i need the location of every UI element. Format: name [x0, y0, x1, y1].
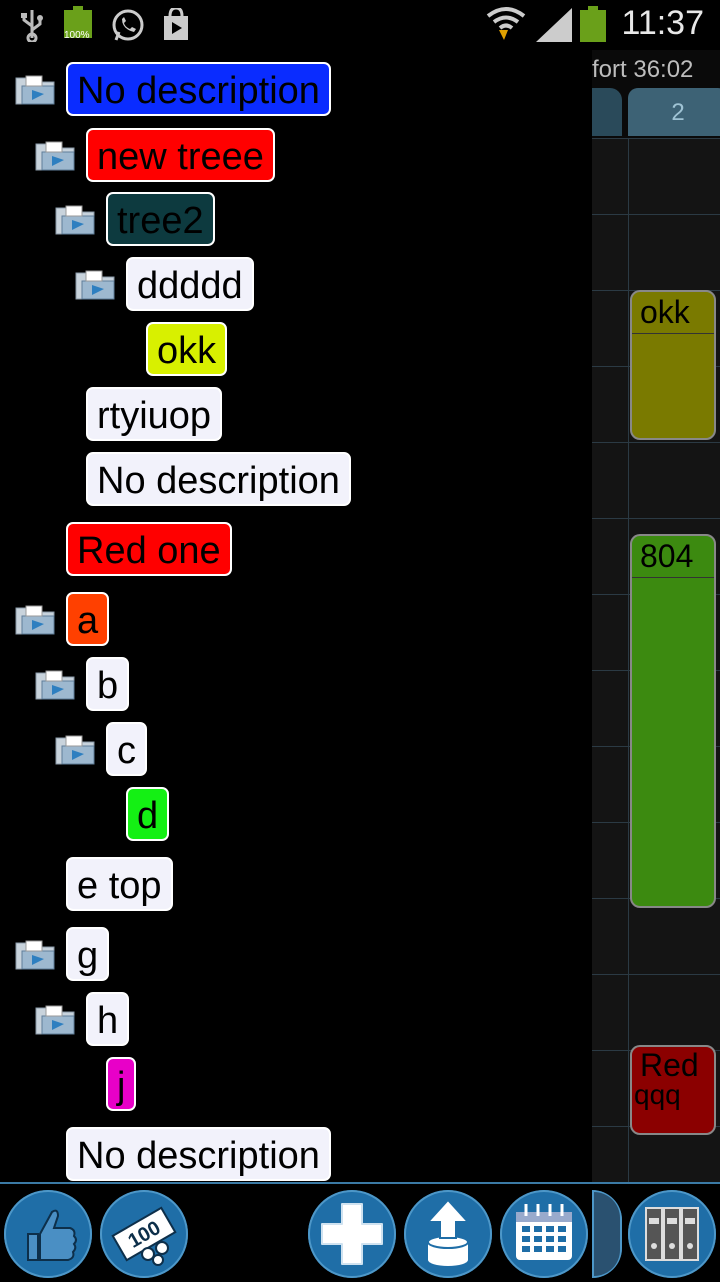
thumbs-up-button[interactable] — [4, 1190, 92, 1278]
tree-item-label[interactable]: e top — [66, 857, 173, 911]
tree-item-label[interactable]: tree2 — [106, 192, 215, 246]
battery-icon — [580, 6, 606, 42]
binders-button[interactable] — [628, 1190, 716, 1278]
tree-item-label[interactable]: d — [126, 787, 170, 841]
folder-icon[interactable] — [54, 732, 98, 766]
calendar-view[interactable]: fort 36:02 2 okk 804 Red qqq — [592, 50, 720, 1182]
folder-icon[interactable] — [14, 937, 58, 971]
tree-panel: No description new treee tree2 ddddd okk rtyi… — [0, 50, 592, 1182]
bottom-toolbar: 100 — [0, 1182, 720, 1282]
calendar-event[interactable]: Red qqq — [630, 1045, 716, 1135]
upload-database-button[interactable] — [404, 1190, 492, 1278]
tree-item-label[interactable]: No description — [66, 62, 331, 116]
folder-icon[interactable] — [74, 267, 118, 301]
money-button[interactable]: 100 — [100, 1190, 188, 1278]
folder-icon[interactable] — [54, 202, 98, 236]
tree-item-label[interactable]: g — [66, 927, 110, 981]
tree-item-label[interactable]: okk — [146, 322, 228, 376]
tree-item-label[interactable]: Red one — [66, 522, 232, 576]
wifi-icon — [486, 7, 526, 40]
grid-line — [628, 138, 629, 1182]
tree-item-label[interactable]: c — [106, 722, 147, 776]
battery-full-icon: 100% — [64, 6, 92, 41]
tree-item-label[interactable]: j — [106, 1057, 137, 1111]
grid-line — [592, 442, 720, 443]
status-bar: 100% 11:37 — [0, 0, 720, 50]
event-title: 804 — [632, 536, 714, 578]
folder-icon[interactable] — [14, 72, 58, 106]
tree-item[interactable]: new treee — [34, 128, 275, 182]
tree-item[interactable]: g — [14, 927, 110, 981]
thumbs-up-icon — [27, 1209, 77, 1261]
tree-item[interactable]: d — [126, 787, 170, 841]
money-icon: 100 — [111, 1206, 177, 1266]
grid-line — [592, 974, 720, 975]
tree-item-label[interactable]: new treee — [86, 128, 275, 182]
tree-item[interactable]: c — [54, 722, 147, 776]
add-button[interactable] — [308, 1190, 396, 1278]
tree-item-label[interactable]: No description — [66, 1127, 331, 1181]
event-subtitle: qqq — [634, 1079, 681, 1110]
tree-item-label[interactable]: a — [66, 592, 110, 646]
upload-database-icon — [425, 1198, 471, 1266]
grid-line — [592, 518, 720, 519]
usb-icon — [21, 10, 43, 42]
tree-item[interactable]: h — [34, 992, 130, 1046]
tree-item[interactable]: Red one — [66, 522, 232, 576]
calendar-event[interactable]: okk — [630, 290, 716, 440]
whatsapp-icon — [112, 9, 144, 41]
folder-icon[interactable] — [34, 1002, 78, 1036]
battery-label: 100% — [64, 30, 90, 41]
calendar-event[interactable]: 804 — [630, 534, 716, 908]
tree-item-label[interactable]: ddddd — [126, 257, 254, 311]
tree-item[interactable]: No description — [66, 1127, 331, 1181]
folder-icon[interactable] — [34, 138, 78, 172]
calendar-title: fort 36:02 — [592, 56, 694, 83]
signal-icon — [536, 8, 572, 42]
tree-item[interactable]: rtyiuop — [86, 387, 223, 441]
tree-item-label[interactable]: b — [86, 657, 130, 711]
tree-item[interactable]: j — [106, 1057, 137, 1111]
play-store-icon — [164, 8, 188, 40]
event-title: okk — [632, 292, 714, 334]
folder-icon[interactable] — [14, 602, 58, 636]
tree-item-label[interactable]: h — [86, 992, 130, 1046]
grid-line — [592, 214, 720, 215]
folder-icon[interactable] — [34, 667, 78, 701]
clock: 11:37 — [621, 4, 704, 42]
tree-item[interactable]: b — [34, 657, 130, 711]
binders-icon — [645, 1207, 699, 1261]
calendar-tab-previous[interactable] — [592, 88, 622, 136]
tree-item-label[interactable]: rtyiuop — [86, 387, 223, 441]
event-title: Red — [640, 1047, 699, 1083]
calendar-icon — [516, 1204, 572, 1260]
tree-item[interactable]: No description — [86, 452, 351, 506]
calendar-header: fort 36:02 2 — [592, 50, 720, 138]
plus-icon — [321, 1203, 383, 1265]
tree-item[interactable]: ddddd — [74, 257, 254, 311]
tree-item[interactable]: a — [14, 592, 110, 646]
calendar-button[interactable] — [500, 1190, 588, 1278]
calendar-tab[interactable]: 2 — [628, 88, 720, 136]
tree-item[interactable]: No description — [14, 62, 331, 116]
tree-item[interactable]: tree2 — [54, 192, 215, 246]
grid-line — [592, 138, 720, 139]
tree-item[interactable]: okk — [146, 322, 228, 376]
tree-item[interactable]: e top — [66, 857, 173, 911]
hidden-button[interactable] — [592, 1190, 622, 1278]
tree-item-label[interactable]: No description — [86, 452, 351, 506]
